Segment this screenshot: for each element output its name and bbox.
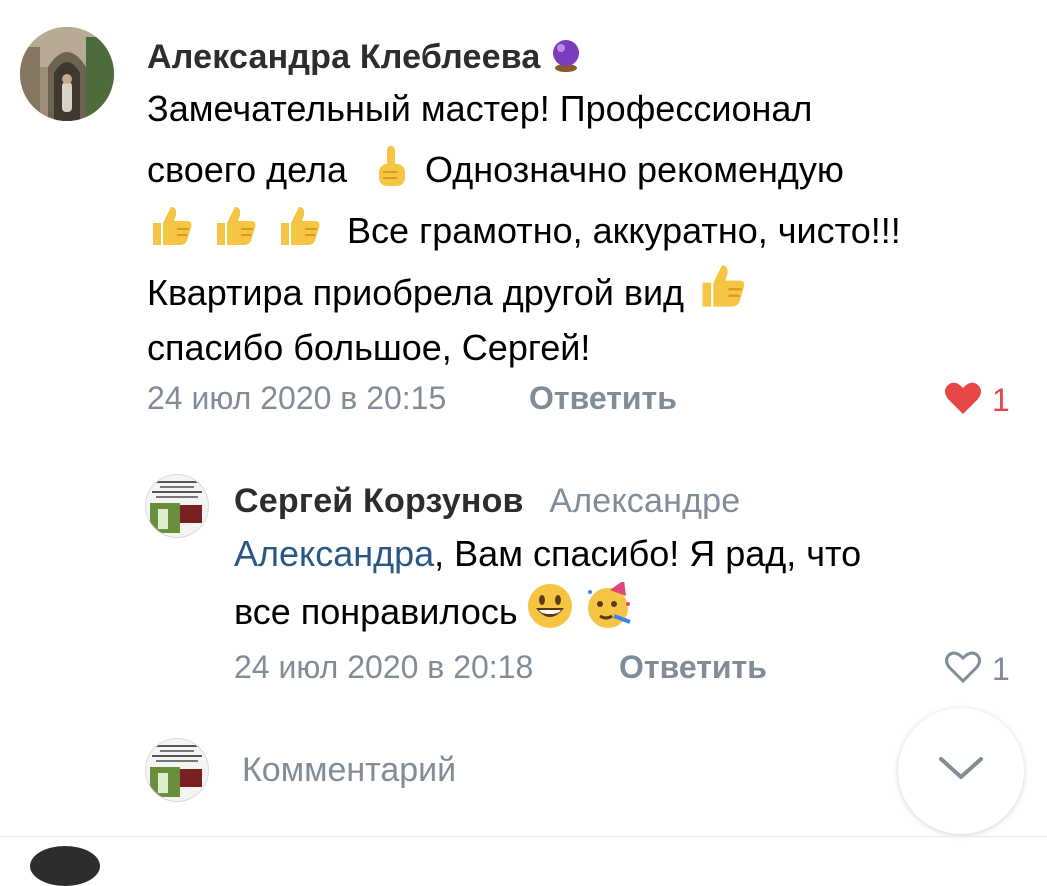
avatar-photo: [20, 27, 114, 121]
comment-line-3-text: Все грамотно, аккуратно, чисто!!!: [347, 210, 901, 251]
comment-line-2-end: Однозначно рекомендую: [425, 149, 844, 190]
comment-line-2-start: своего дела: [147, 149, 347, 190]
reply-addressee[interactable]: Александре: [549, 482, 740, 520]
reply-timestamp[interactable]: 24 июл 2020 в 20:18: [234, 649, 533, 686]
thumbs-up-icon: [147, 203, 195, 267]
next-item-edge: [30, 846, 100, 886]
divider: [0, 836, 1047, 837]
grinning-face-icon: [526, 582, 574, 648]
chevron-down-icon: [937, 755, 985, 788]
heart-filled-icon: [944, 381, 982, 420]
reply-reply-button[interactable]: Ответить: [619, 649, 767, 686]
avatar-aleksandra[interactable]: [20, 27, 114, 121]
comment-line-1: Замечательный мастер! Профессионал: [147, 88, 813, 129]
avatar-logo: [146, 475, 208, 537]
comment-timestamp[interactable]: 24 июл 2020 в 20:15: [147, 380, 446, 417]
comment-author-name[interactable]: Александра Клеблеева: [147, 38, 541, 76]
mention-link[interactable]: Александра: [234, 533, 434, 574]
comment-line-5: спасибо большое, Сергей!: [147, 327, 591, 368]
reply-like-count: 1: [992, 651, 1010, 687]
comment-line-3: Все грамотно, аккуратно, чисто!!!: [147, 200, 901, 267]
reply-line-2-text: все понравилось: [234, 591, 518, 632]
thumbs-up-icon: [275, 203, 323, 267]
reply-button[interactable]: Ответить: [529, 380, 677, 417]
reply-author: Сергей Корзунов Александре: [234, 482, 740, 521]
thumbs-up-icon: [211, 203, 259, 267]
thumbs-up-icon: [696, 261, 748, 329]
reply-line-1-text: , Вам спасибо! Я рад, что: [434, 533, 862, 574]
comment-line-4-text: Квартира приобрела другой вид: [147, 272, 685, 313]
crystal-ball-icon: [550, 38, 582, 81]
heart-outline-icon: [944, 650, 982, 689]
reply-line-2: все понравилось: [234, 580, 634, 648]
comment-line-2: своего дела Однозначно рекомендую: [147, 139, 844, 206]
reply-author-name[interactable]: Сергей Корзунов: [234, 482, 524, 520]
reply-line-1: Александра, Вам спасибо! Я рад, что: [234, 523, 861, 584]
composer-avatar: [145, 738, 209, 802]
pointing-up-icon: [371, 144, 411, 206]
avatar-sergey[interactable]: [145, 474, 209, 538]
comment-author[interactable]: Александра Клеблеева: [147, 38, 582, 81]
like-count: 1: [992, 382, 1010, 418]
avatar-logo: [146, 739, 208, 801]
comment-input[interactable]: Комментарий: [242, 751, 456, 790]
scroll-down-button[interactable]: [898, 708, 1024, 834]
like-button[interactable]: 1: [944, 381, 1010, 420]
party-face-icon: [584, 580, 634, 648]
reply-like-button[interactable]: 1: [944, 650, 1010, 689]
